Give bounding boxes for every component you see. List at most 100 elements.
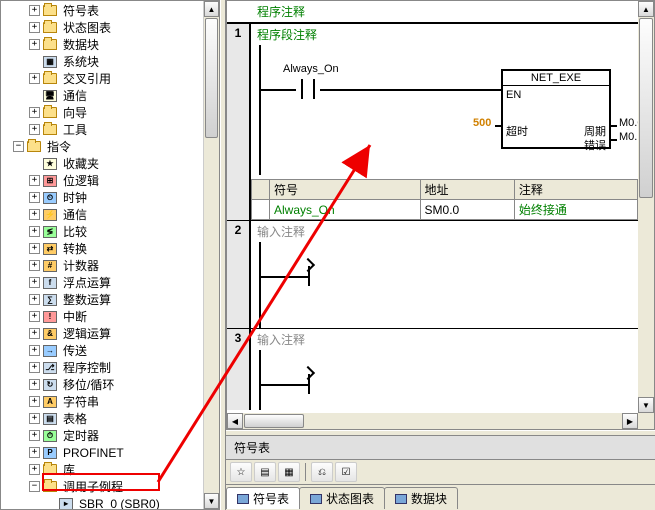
expand-toggle[interactable]: + xyxy=(29,209,40,220)
scroll-right-button[interactable]: ▶ xyxy=(622,413,638,429)
tree-item[interactable]: + 工具 xyxy=(1,121,219,138)
editor-scrollbar-h[interactable]: ◀ ▶ xyxy=(227,413,638,429)
tree-item[interactable]: +!中断 xyxy=(1,308,219,325)
tree-item-label: 传送 xyxy=(61,342,89,359)
tree-item[interactable]: +⏲时钟 xyxy=(1,189,219,206)
expand-toggle[interactable]: + xyxy=(29,260,40,271)
expand-toggle[interactable]: + xyxy=(29,277,40,288)
expand-toggle[interactable]: + xyxy=(29,22,40,33)
item-icon: ▤ xyxy=(42,412,58,426)
scroll-thumb[interactable] xyxy=(205,18,218,138)
project-tree[interactable]: +符号表+状态图表+数据块▦系统块+交叉引用🖥通信+向导+工具−指令★收藏夹+⊞… xyxy=(1,1,219,509)
tree-item[interactable]: ▸SBR_0 (SBR0) xyxy=(1,495,219,509)
tree-item[interactable]: +交叉引用 xyxy=(1,70,219,87)
scroll-thumb[interactable] xyxy=(244,414,304,428)
scroll-up-button[interactable]: ▲ xyxy=(638,1,654,17)
tree-item[interactable]: +⚡通信 xyxy=(1,206,219,223)
expand-toggle[interactable]: + xyxy=(29,430,40,441)
expand-toggle[interactable]: − xyxy=(29,481,40,492)
network-comment[interactable]: 输入注释 xyxy=(251,221,638,242)
expand-toggle[interactable]: + xyxy=(29,226,40,237)
pin-value-cycle[interactable]: M0.0 xyxy=(619,117,638,129)
tree-item[interactable]: +PPROFINET xyxy=(1,444,219,461)
tree-item[interactable]: +#计数器 xyxy=(1,257,219,274)
ladder-editor[interactable]: 程序注释 1 程序段注释 Always_On NET_EXE xyxy=(226,0,655,430)
expand-toggle[interactable]: + xyxy=(29,447,40,458)
tree-item-label: 符号表 xyxy=(61,2,101,19)
expand-toggle[interactable]: + xyxy=(29,39,40,50)
function-block[interactable]: NET_EXE EN 超时 周期 错误 xyxy=(501,69,611,149)
expand-toggle[interactable]: + xyxy=(29,379,40,390)
expand-toggle[interactable]: − xyxy=(13,141,24,152)
network-comment[interactable]: 程序段注释 xyxy=(251,24,638,45)
tree-scrollbar[interactable]: ▲ ▼ xyxy=(203,1,219,509)
network[interactable]: 1 程序段注释 Always_On NET_EXE EN xyxy=(227,24,638,221)
program-comment[interactable]: 程序注释 xyxy=(227,1,638,24)
expand-toggle[interactable]: + xyxy=(29,5,40,16)
tool-button[interactable]: ☆ xyxy=(230,462,252,482)
tree-item[interactable]: 🖥通信 xyxy=(1,87,219,104)
expand-toggle[interactable]: + xyxy=(29,243,40,254)
scroll-up-button[interactable]: ▲ xyxy=(204,1,219,17)
expand-toggle[interactable]: + xyxy=(29,413,40,424)
expand-toggle[interactable]: + xyxy=(29,73,40,84)
tree-item[interactable]: +▤表格 xyxy=(1,410,219,427)
tool-button[interactable]: ⎌ xyxy=(311,462,333,482)
symbol-table-inline[interactable]: 符号 地址 注释 Always_On SM0.0 始终接通 xyxy=(251,179,638,220)
expand-toggle[interactable]: + xyxy=(29,345,40,356)
scroll-down-button[interactable]: ▼ xyxy=(204,493,219,509)
tree-item-label: 收藏夹 xyxy=(61,155,101,172)
expand-toggle[interactable]: + xyxy=(29,107,40,118)
scroll-left-button[interactable]: ◀ xyxy=(227,413,243,429)
tree-item[interactable]: +⏱定时器 xyxy=(1,427,219,444)
tree-item-label: 工具 xyxy=(61,121,89,138)
tab-symbol-table[interactable]: 符号表 xyxy=(226,487,300,509)
tree-item[interactable]: +≶比较 xyxy=(1,223,219,240)
pin-value-timeout[interactable]: 500 xyxy=(473,117,491,129)
tree-item[interactable]: +⎇程序控制 xyxy=(1,359,219,376)
tree-item[interactable]: +↻移位/循环 xyxy=(1,376,219,393)
contact[interactable] xyxy=(296,79,320,99)
tool-button[interactable]: ▤ xyxy=(254,462,276,482)
expand-toggle[interactable]: + xyxy=(29,192,40,203)
tree-item[interactable]: ▦系统块 xyxy=(1,53,219,70)
scroll-thumb[interactable] xyxy=(639,18,653,198)
tree-item[interactable]: +数据块 xyxy=(1,36,219,53)
expand-toggle[interactable]: + xyxy=(29,175,40,186)
network[interactable]: 2 输入注释 xyxy=(227,221,638,329)
tree-item-label: 表格 xyxy=(61,410,89,427)
scroll-down-button[interactable]: ▼ xyxy=(638,397,654,413)
item-icon: ⎇ xyxy=(42,361,58,375)
expand-toggle[interactable]: + xyxy=(29,328,40,339)
tree-item[interactable]: −指令 xyxy=(1,138,219,155)
expand-toggle[interactable]: + xyxy=(29,311,40,322)
tab-data-block[interactable]: 数据块 xyxy=(384,487,458,509)
network[interactable]: 3 输入注释 xyxy=(227,329,638,410)
expand-toggle[interactable]: + xyxy=(29,464,40,475)
tree-item[interactable]: + 符号表 xyxy=(1,2,219,19)
tree-item-label: 时钟 xyxy=(61,189,89,206)
tree-item[interactable]: +∑整数运算 xyxy=(1,291,219,308)
folder-icon xyxy=(42,21,58,35)
tree-item[interactable]: +A字符串 xyxy=(1,393,219,410)
tree-item[interactable]: +f浮点运算 xyxy=(1,274,219,291)
expand-toggle[interactable]: + xyxy=(29,294,40,305)
tree-item[interactable]: +&逻辑运算 xyxy=(1,325,219,342)
tree-item[interactable]: +⇄转换 xyxy=(1,240,219,257)
tool-button[interactable]: ▦ xyxy=(278,462,300,482)
tree-item[interactable]: +→传送 xyxy=(1,342,219,359)
tree-item[interactable]: +向导 xyxy=(1,104,219,121)
tree-item[interactable]: +状态图表 xyxy=(1,19,219,36)
pin-value-err[interactable]: M0.1 xyxy=(619,131,638,143)
tree-item[interactable]: ★收藏夹 xyxy=(1,155,219,172)
tool-button[interactable]: ☑ xyxy=(335,462,357,482)
tree-item-label: 计数器 xyxy=(61,257,101,274)
editor-scrollbar-v[interactable]: ▲ ▼ xyxy=(638,1,654,413)
table-row[interactable]: Always_On SM0.0 始终接通 xyxy=(252,200,638,220)
network-comment[interactable]: 输入注释 xyxy=(251,329,638,350)
tab-status-chart[interactable]: 状态图表 xyxy=(299,487,385,509)
expand-toggle[interactable]: + xyxy=(29,396,40,407)
expand-toggle[interactable]: + xyxy=(29,124,40,135)
expand-toggle[interactable]: + xyxy=(29,362,40,373)
tree-item[interactable]: +⊞位逻辑 xyxy=(1,172,219,189)
